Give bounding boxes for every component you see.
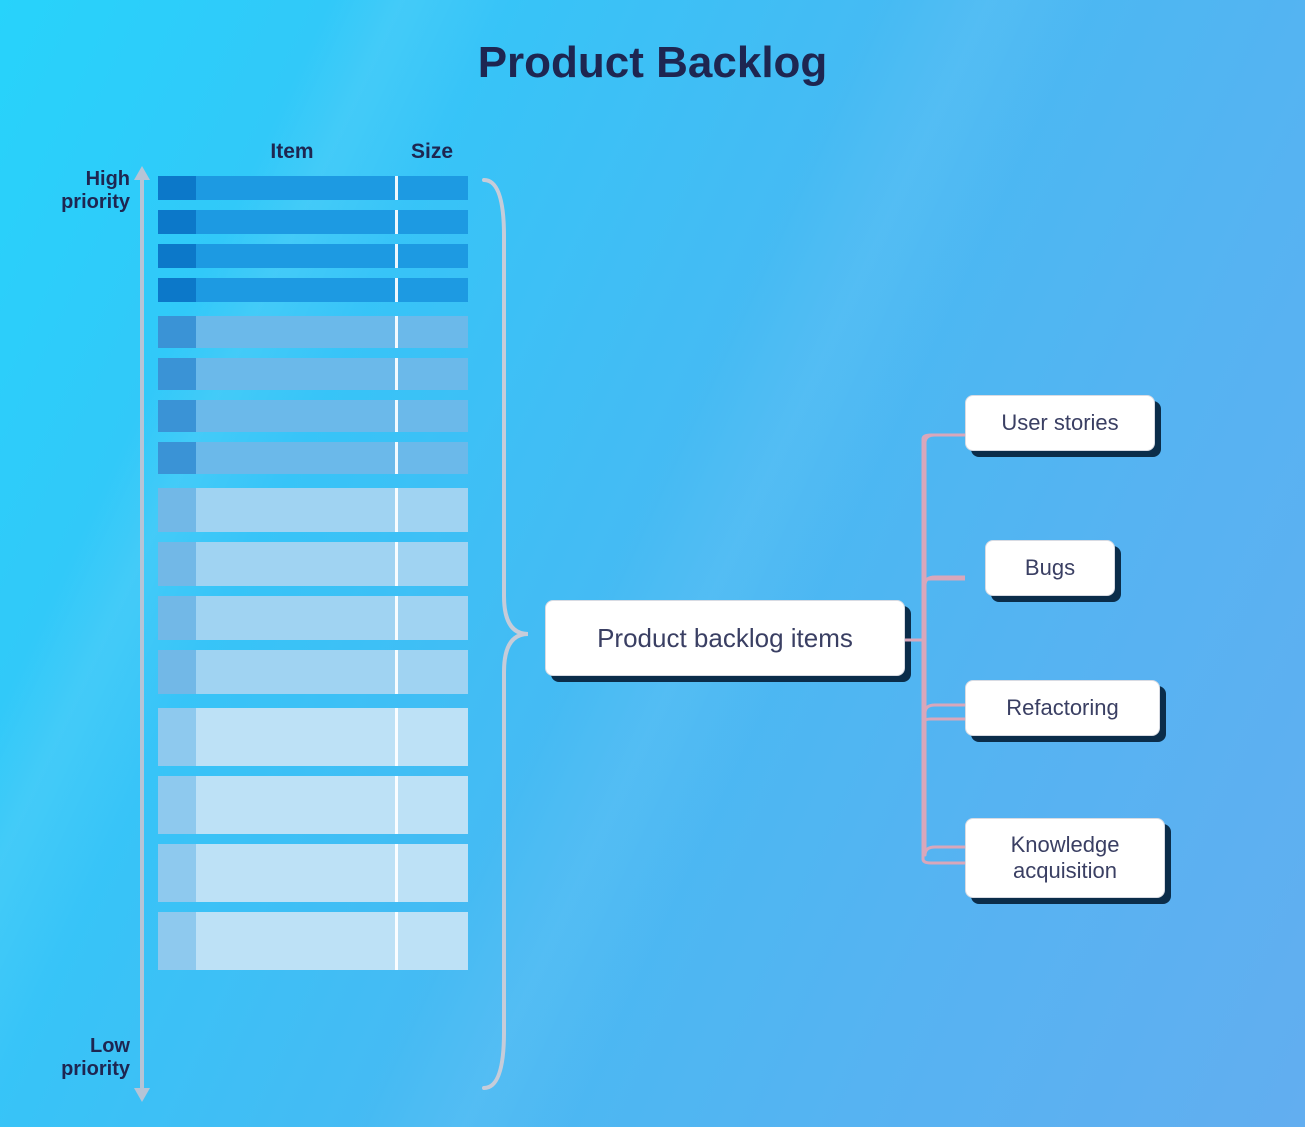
backlog-row <box>158 176 468 200</box>
column-headers: Item Size <box>158 140 468 164</box>
backlog-row <box>158 708 468 766</box>
size-divider <box>395 358 398 390</box>
row-bar <box>196 542 468 586</box>
row-handle <box>158 210 196 234</box>
type-knowledge-acquisition: Knowledge acquisition <box>965 818 1165 898</box>
backlog-row <box>158 542 468 586</box>
row-bar <box>196 316 468 348</box>
size-divider <box>395 278 398 302</box>
type-user-stories: User stories <box>965 395 1155 451</box>
backlog-group <box>158 176 468 316</box>
row-bar <box>196 358 468 390</box>
size-divider <box>395 844 398 902</box>
size-divider <box>395 912 398 970</box>
column-header-size: Size <box>396 140 468 164</box>
row-handle <box>158 442 196 474</box>
row-bar <box>196 650 468 694</box>
type-refactoring: Refactoring <box>965 680 1160 736</box>
type-connector-icon <box>905 415 965 875</box>
high-priority-label: High priority <box>60 168 130 214</box>
size-divider <box>395 776 398 834</box>
backlog-row <box>158 442 468 474</box>
page-title: Product Backlog <box>0 38 1305 88</box>
brace-icon <box>476 176 536 1092</box>
row-handle <box>158 650 196 694</box>
backlog-group <box>158 316 468 488</box>
row-handle <box>158 176 196 200</box>
row-handle <box>158 400 196 432</box>
column-header-item: Item <box>158 140 396 164</box>
backlog-group <box>158 488 468 708</box>
row-handle <box>158 244 196 268</box>
low-priority-label: Low priority <box>60 1035 130 1081</box>
row-handle <box>158 912 196 970</box>
backlog-stack <box>158 176 468 1092</box>
backlog-row <box>158 316 468 348</box>
row-handle <box>158 596 196 640</box>
size-divider <box>395 316 398 348</box>
row-handle <box>158 776 196 834</box>
row-bar <box>196 596 468 640</box>
row-handle <box>158 316 196 348</box>
row-handle <box>158 358 196 390</box>
row-bar <box>196 442 468 474</box>
size-divider <box>395 400 398 432</box>
priority-axis-arrow <box>140 176 144 1092</box>
product-backlog-items-box: Product backlog items <box>545 600 905 676</box>
size-divider <box>395 442 398 474</box>
backlog-row <box>158 400 468 432</box>
backlog-row <box>158 244 468 268</box>
size-divider <box>395 708 398 766</box>
backlog-row <box>158 210 468 234</box>
type-bugs: Bugs <box>985 540 1115 596</box>
backlog-row <box>158 278 468 302</box>
backlog-row <box>158 912 468 970</box>
size-divider <box>395 542 398 586</box>
row-bar <box>196 400 468 432</box>
row-bar <box>196 708 468 766</box>
size-divider <box>395 176 398 200</box>
row-bar <box>196 776 468 834</box>
size-divider <box>395 488 398 532</box>
size-divider <box>395 244 398 268</box>
row-bar <box>196 210 468 234</box>
backlog-row <box>158 650 468 694</box>
row-bar <box>196 244 468 268</box>
backlog-row <box>158 596 468 640</box>
row-bar <box>196 844 468 902</box>
row-handle <box>158 278 196 302</box>
row-handle <box>158 542 196 586</box>
backlog-row <box>158 844 468 902</box>
row-bar <box>196 912 468 970</box>
size-divider <box>395 210 398 234</box>
size-divider <box>395 650 398 694</box>
row-bar <box>196 176 468 200</box>
backlog-group <box>158 708 468 984</box>
row-handle <box>158 708 196 766</box>
backlog-row <box>158 776 468 834</box>
row-handle <box>158 488 196 532</box>
backlog-row <box>158 488 468 532</box>
backlog-row <box>158 358 468 390</box>
size-divider <box>395 596 398 640</box>
row-bar <box>196 488 468 532</box>
row-handle <box>158 844 196 902</box>
row-bar <box>196 278 468 302</box>
